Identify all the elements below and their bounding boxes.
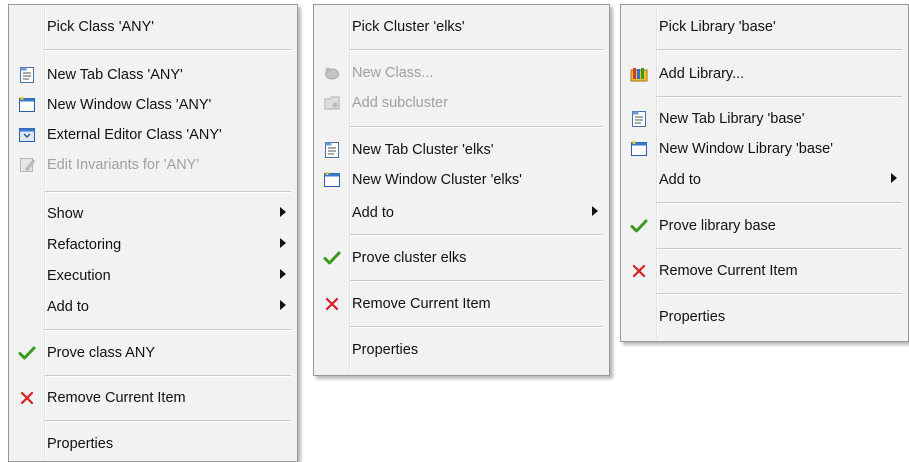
menu-item-prove[interactable]: Prove library base [624, 211, 905, 241]
menu-item-label: Properties [47, 436, 114, 452]
menu-item-label: New Tab Library 'base' [659, 111, 805, 127]
menu-item-label: Prove library base [659, 218, 776, 234]
menu-item-label: Edit Invariants for 'ANY' [47, 157, 200, 173]
submenu-arrow-icon [891, 173, 897, 183]
menu-item-label: Add to [352, 205, 394, 221]
add-subcluster-icon [323, 94, 341, 112]
check-icon [18, 344, 36, 362]
menu-item-label: Add to [47, 299, 89, 315]
menu-separator [350, 234, 603, 236]
menu-item-remove[interactable]: Remove Current Item [624, 256, 905, 286]
new-tab-icon [630, 110, 648, 128]
menu-separator [657, 202, 902, 204]
menu-item-prove[interactable]: Prove cluster elks [317, 243, 606, 273]
edit-invariants-icon [18, 156, 36, 174]
menu-item-label: Properties [352, 342, 419, 358]
check-icon [630, 217, 648, 235]
menu-separator [350, 326, 603, 328]
menu-item-add-to[interactable]: Add to [317, 198, 606, 228]
menu-item-add-to[interactable]: Add to [624, 165, 905, 195]
add-library-icon [630, 65, 648, 83]
menu-separator [45, 191, 291, 193]
menu-item-new-tab[interactable]: New Tab Library 'base' [624, 104, 905, 134]
new-window-icon [323, 171, 341, 189]
menu-item-add-subcluster[interactable]: Add subcluster [317, 88, 606, 118]
menu-item-label: New Class... [352, 65, 434, 81]
menu-item-add-library[interactable]: Add Library... [624, 59, 905, 89]
menu-item-label: Show [47, 206, 84, 222]
external-editor-icon [18, 126, 36, 144]
submenu-arrow-icon [592, 206, 598, 216]
menu-item-label: Add subcluster [352, 95, 448, 111]
new-window-icon [630, 140, 648, 158]
menu-item-label: Remove Current Item [47, 390, 186, 406]
menu-item-remove[interactable]: Remove Current Item [12, 383, 294, 413]
menu-item-new-tab[interactable]: New Tab Cluster 'elks' [317, 135, 606, 165]
menu-item-label: New Tab Class 'ANY' [47, 67, 183, 83]
submenu-arrow-icon [280, 269, 286, 279]
new-tab-icon [323, 141, 341, 159]
menu-separator [657, 293, 902, 295]
menu-item-label: New Tab Cluster 'elks' [352, 142, 494, 158]
menu-item-add-to[interactable]: Add to [12, 292, 294, 322]
menu-item-label: Execution [47, 268, 111, 284]
menu-item-label: Pick Cluster 'elks' [352, 19, 465, 35]
menu-item-refactoring[interactable]: Refactoring [12, 230, 294, 260]
menu-item-label: Properties [659, 309, 726, 325]
menu-item-label: Prove class ANY [47, 345, 155, 361]
menu-item-remove[interactable]: Remove Current Item [317, 289, 606, 319]
menu-item-new-class[interactable]: New Class... [317, 58, 606, 88]
menu-item-label: Remove Current Item [659, 263, 798, 279]
menu-separator [657, 49, 902, 51]
menu-item-label: Pick Library 'base' [659, 19, 776, 35]
menu-item-label: External Editor Class 'ANY' [47, 127, 222, 143]
submenu-arrow-icon [280, 238, 286, 248]
context-menu-class: Pick Class 'ANY' New Tab Class 'ANY' New… [8, 4, 298, 462]
menu-separator [350, 280, 603, 282]
menu-item-pick-class[interactable]: Pick Class 'ANY' [12, 12, 294, 42]
new-tab-icon [18, 66, 36, 84]
menu-item-label: Add to [659, 172, 701, 188]
menu-separator [657, 96, 902, 98]
menu-separator [45, 375, 291, 377]
menu-item-edit-invariants[interactable]: Edit Invariants for 'ANY' [12, 150, 294, 180]
menu-item-external-editor[interactable]: External Editor Class 'ANY' [12, 120, 294, 150]
menu-item-label: Prove cluster elks [352, 250, 467, 266]
remove-icon [630, 262, 648, 280]
submenu-arrow-icon [280, 300, 286, 310]
menu-item-properties[interactable]: Properties [317, 335, 606, 365]
new-window-icon [18, 96, 36, 114]
context-menu-cluster: Pick Cluster 'elks' New Class... Add sub… [313, 4, 610, 376]
menu-separator [350, 49, 603, 51]
menu-item-properties[interactable]: Properties [624, 302, 905, 332]
menu-item-label: New Window Library 'base' [659, 141, 833, 157]
menu-item-label: Refactoring [47, 237, 122, 253]
menu-item-label: New Window Class 'ANY' [47, 97, 212, 113]
menu-separator [45, 49, 291, 51]
submenu-arrow-icon [280, 207, 286, 217]
menu-item-new-tab[interactable]: New Tab Class 'ANY' [12, 60, 294, 90]
menu-item-pick-library[interactable]: Pick Library 'base' [624, 12, 905, 42]
menu-item-label: Remove Current Item [352, 296, 491, 312]
context-menu-library: Pick Library 'base' Add Library... New T… [620, 4, 909, 342]
menu-item-pick-cluster[interactable]: Pick Cluster 'elks' [317, 12, 606, 42]
menu-item-new-window[interactable]: New Window Class 'ANY' [12, 90, 294, 120]
menu-item-properties[interactable]: Properties [12, 429, 294, 459]
menu-item-execution[interactable]: Execution [12, 261, 294, 291]
menu-item-new-window[interactable]: New Window Library 'base' [624, 134, 905, 164]
new-class-icon [323, 64, 341, 82]
menu-item-label: Add Library... [659, 66, 745, 82]
menu-separator [45, 420, 291, 422]
remove-icon [18, 389, 36, 407]
menu-item-new-window[interactable]: New Window Cluster 'elks' [317, 165, 606, 195]
menu-item-show[interactable]: Show [12, 199, 294, 229]
menu-separator [350, 126, 603, 128]
menu-item-prove[interactable]: Prove class ANY [12, 338, 294, 368]
menu-separator [45, 329, 291, 331]
remove-icon [323, 295, 341, 313]
menu-item-label: Pick Class 'ANY' [47, 19, 155, 35]
check-icon [323, 249, 341, 267]
menu-item-label: New Window Cluster 'elks' [352, 172, 522, 188]
menu-separator [657, 248, 902, 250]
